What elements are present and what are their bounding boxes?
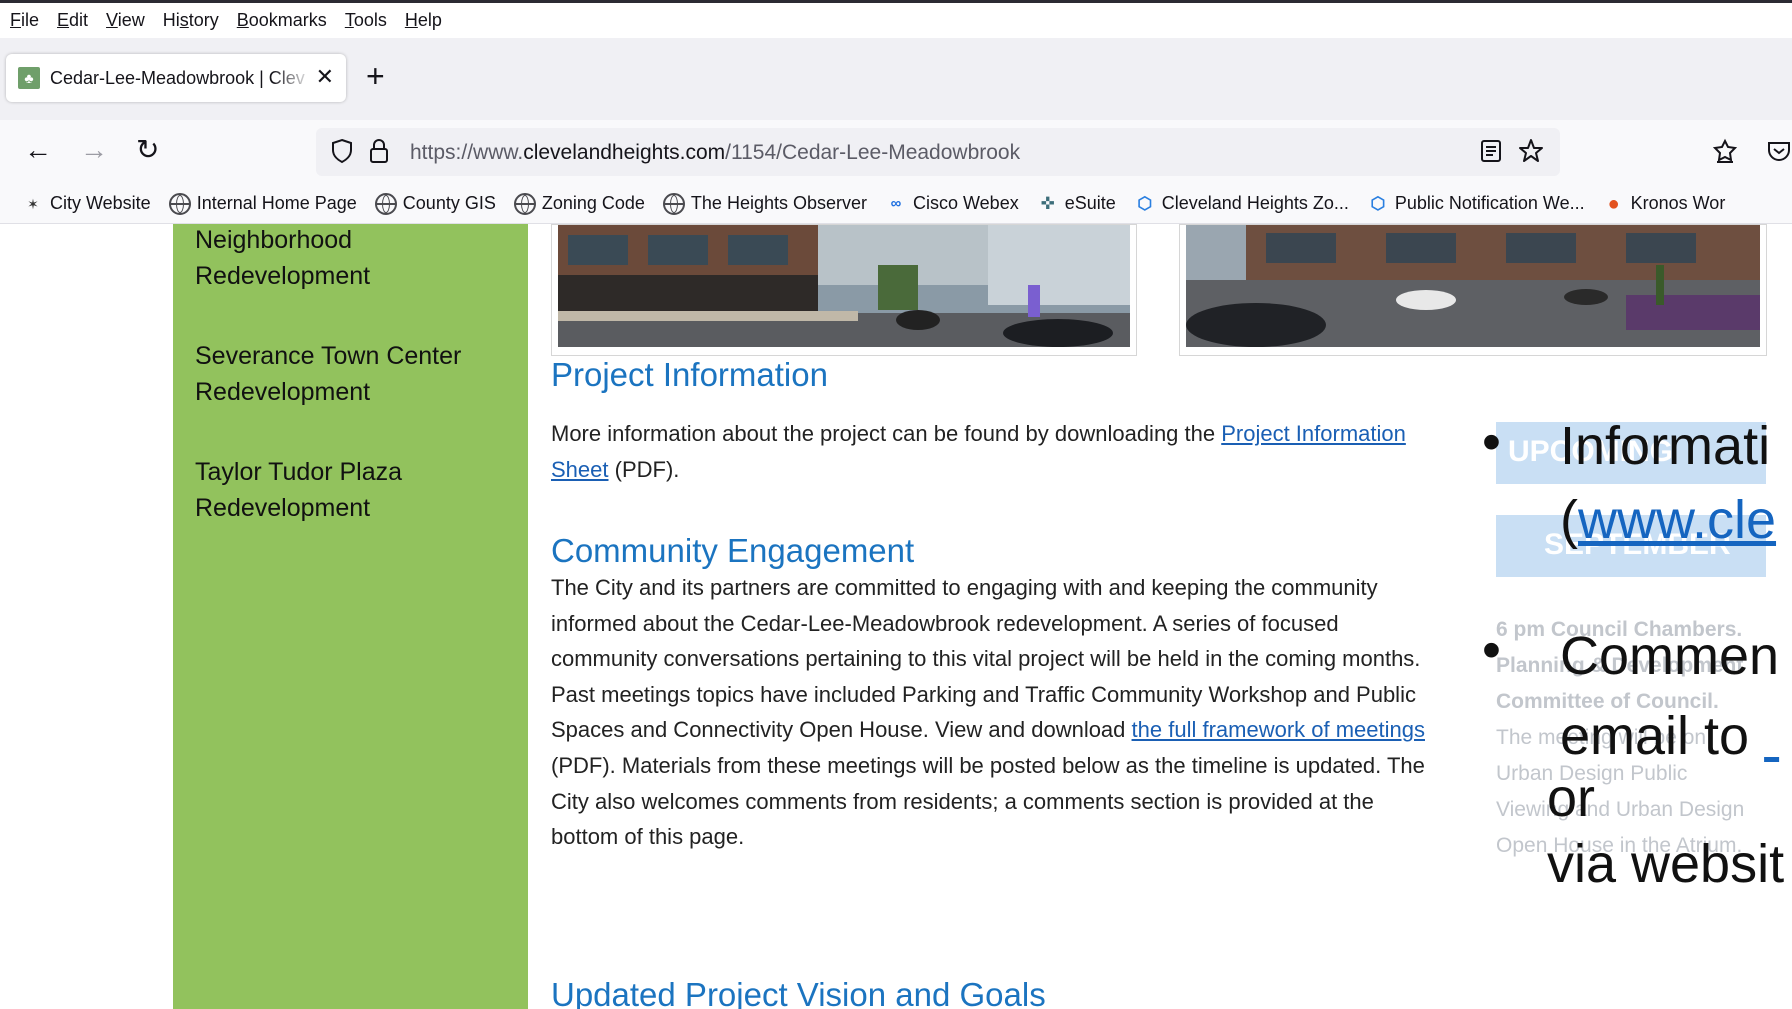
event-description-line: Viewing and Urban Design: [1496, 798, 1745, 821]
globe-icon: [662, 192, 685, 215]
hex-icon: ⬡: [1137, 193, 1153, 213]
sidebar-item-severance-town-center[interactable]: Severance Town Center Redevelopment: [195, 338, 495, 410]
slide-email-text: email to: [1560, 706, 1765, 766]
reload-button[interactable]: ↻: [136, 134, 159, 166]
url-bar[interactable]: https://www.clevelandheights.com/1154/Ce…: [316, 128, 1560, 176]
slide-comments-text: Commen: [1560, 626, 1780, 686]
bookmark-cleveland-heights-zoning[interactable]: ⬡ Cleveland Heights Zo...: [1134, 193, 1349, 215]
url-text[interactable]: https://www.clevelandheights.com/1154/Ce…: [410, 141, 1020, 165]
rendering-photo: [1186, 225, 1760, 347]
globe-icon: [374, 192, 397, 215]
lock-icon[interactable]: [368, 138, 390, 171]
heading-community-engagement: Community Engagement: [551, 532, 915, 569]
esuite-icon: ✜: [1040, 193, 1055, 213]
menu-file[interactable]: File: [10, 10, 39, 31]
hex-icon: ⬡: [1370, 193, 1386, 213]
rendering-image-street-left: [551, 224, 1137, 356]
page-content: Neighborhood Redevelopment Severance Tow…: [0, 224, 1792, 1009]
tab-cedar-lee[interactable]: ♣ Cedar-Lee-Meadowbrook | Clev ✕: [6, 54, 346, 102]
bookmark-city-website[interactable]: ✶ City Website: [22, 193, 151, 215]
globe-icon: [513, 192, 536, 215]
reader-view-icon[interactable]: [1480, 138, 1502, 171]
new-tab-button[interactable]: +: [366, 60, 385, 92]
menu-edit[interactable]: Edit: [57, 10, 88, 31]
slide-bullet: •: [1482, 620, 1501, 680]
menu-view[interactable]: View: [106, 10, 145, 31]
heading-updated-project-vision: Updated Project Vision and Goals: [551, 976, 1046, 1009]
close-tab-icon[interactable]: ✕: [316, 66, 334, 88]
menu-bar: File Edit View History Bookmarks Tools H…: [0, 0, 1792, 38]
sidebar-nav: Neighborhood Redevelopment Severance Tow…: [173, 224, 528, 1009]
tree-favicon-icon: ♣: [18, 67, 40, 89]
bookmark-cisco-webex[interactable]: ∞ Cisco Webex: [885, 193, 1019, 215]
navigation-bar: ← → ↻ https://www.clevelandheights.com/1…: [0, 120, 1792, 184]
bookmark-internal-home-page[interactable]: Internal Home Page: [168, 192, 357, 215]
sidebar-item-neighborhood-redevelopment[interactable]: Neighborhood Redevelopment: [195, 224, 495, 294]
bookmark-heights-observer[interactable]: The Heights Observer: [662, 192, 867, 215]
globe-icon: [168, 192, 191, 215]
webex-icon: ∞: [890, 194, 902, 212]
slide-bullet: •: [1482, 412, 1501, 472]
extensions-icon[interactable]: [1712, 138, 1738, 171]
slide-information-text: Informati: [1560, 416, 1771, 476]
rendering-image-street-right: [1179, 224, 1767, 356]
bookmark-zoning-code[interactable]: Zoning Code: [513, 192, 645, 215]
bookmark-public-notification[interactable]: ⬡ Public Notification We...: [1367, 193, 1584, 215]
bookmark-kronos[interactable]: ● Kronos Wor: [1603, 193, 1726, 215]
tab-bar: ♣ Cedar-Lee-Meadowbrook | Clev ✕ +: [0, 38, 1792, 120]
menu-bookmarks[interactable]: Bookmarks: [237, 10, 327, 31]
bookmark-star-icon[interactable]: [1518, 138, 1544, 171]
back-button[interactable]: ←: [24, 134, 52, 166]
heading-project-information: Project Information: [551, 356, 828, 393]
menu-history[interactable]: History: [163, 10, 219, 31]
forward-button[interactable]: →: [80, 134, 108, 166]
shield-icon[interactable]: [330, 138, 354, 171]
pocket-icon[interactable]: [1766, 138, 1792, 171]
kronos-icon: ●: [1607, 192, 1620, 215]
community-engagement-text: The City and its partners are committed …: [551, 575, 1425, 850]
full-framework-of-meetings-link[interactable]: the full framework of meetings: [1132, 717, 1425, 742]
tab-title: Cedar-Lee-Meadowbrook | Clev: [50, 67, 305, 88]
star-icon: ✶: [27, 195, 39, 212]
bookmark-county-gis[interactable]: County GIS: [374, 192, 496, 215]
bookmark-esuite[interactable]: ✜ eSuite: [1037, 193, 1116, 215]
slide-or-text: or: [1547, 768, 1596, 828]
project-information-text: More information about the project can b…: [551, 421, 1406, 482]
menu-help[interactable]: Help: [405, 10, 442, 31]
menu-tools[interactable]: Tools: [345, 10, 387, 31]
slide-website-link: (www.cle: [1560, 490, 1777, 550]
sidebar-item-taylor-tudor-plaza[interactable]: Taylor Tudor Plaza Redevelopment: [195, 454, 495, 526]
slide-website-text: via websit: [1547, 834, 1785, 894]
bookmarks-toolbar: ✶ City Website Internal Home Page County …: [0, 184, 1792, 224]
rendering-photo: [558, 225, 1130, 347]
